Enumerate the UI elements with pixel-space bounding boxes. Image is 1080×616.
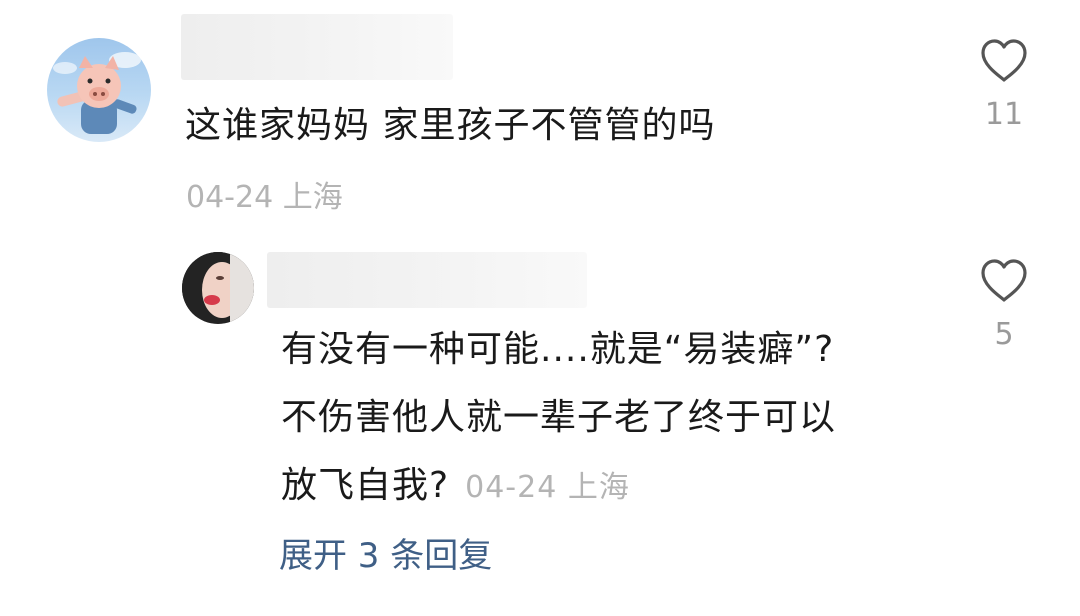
reply-text: 有没有一种可能....就是“易装癖”? 不伤害他人就一辈子老了终于可以 放飞自我… [281,316,836,522]
expand-replies-link[interactable]: 展开 3 条回复 [279,528,492,577]
comment-text: 这谁家妈妈 家里孩子不管管的吗 [185,105,716,146]
reply-text-line: 放飞自我? 04-24 上海 [281,452,836,522]
reply-like-count: 5 [994,317,1014,352]
heart-icon [981,39,1027,82]
reply-avatar[interactable] [182,252,254,324]
comment-thread: 这谁家妈妈 家里孩子不管管的吗 04-24 上海 11 有没有一种可能....就… [0,0,1080,616]
reply-like-button[interactable]: 5 [964,258,1044,352]
like-button[interactable]: 11 [964,38,1044,132]
reply-username-obscured[interactable] [267,252,587,308]
reply-text-fragment: 放飞自我? [281,465,450,506]
username-obscured[interactable] [181,14,453,80]
pig-avatar-image [53,52,141,134]
reply-meta: 04-24 上海 [465,470,630,505]
woman-avatar-image [182,252,254,324]
heart-icon [981,259,1027,302]
comment-meta: 04-24 上海 [186,180,343,215]
reply-text-line: 有没有一种可能....就是“易装癖”? [281,329,835,370]
avatar[interactable] [47,38,151,142]
like-count: 11 [984,97,1024,132]
reply-text-line: 不伤害他人就一辈子老了终于可以 [281,397,837,438]
